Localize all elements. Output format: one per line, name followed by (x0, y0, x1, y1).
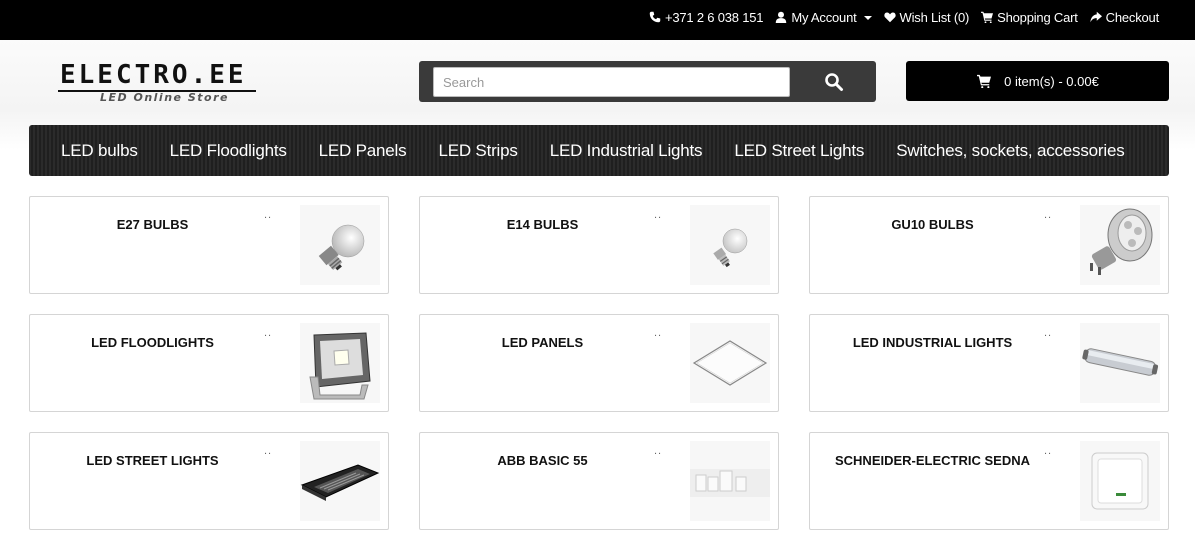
category-grid: E27 BULBS .. E14 BULBS .. GU10 BULBS .. (29, 196, 1169, 530)
category-card-e14-bulbs[interactable]: E14 BULBS .. (419, 196, 779, 294)
street-light-icon (300, 464, 380, 501)
main-nav: LED bulbs LED Floodlights LED Panels LED… (29, 125, 1169, 176)
share-arrow-icon (1090, 11, 1102, 23)
category-dots: .. (1044, 327, 1053, 339)
category-title: LED PANELS (501, 335, 584, 350)
category-title: E27 BULBS (116, 217, 189, 232)
category-dots: .. (264, 327, 273, 339)
nav-item-led-street-lights[interactable]: LED Street Lights (718, 141, 880, 161)
checkout-label: Checkout (1105, 9, 1160, 25)
my-account-link[interactable]: My Account (775, 9, 872, 25)
schneider-switch-icon (1091, 452, 1149, 510)
search-bar (419, 61, 876, 102)
category-card-led-industrial-lights[interactable]: LED INDUSTRIAL LIGHTS .. (809, 314, 1169, 412)
category-dots: .. (1044, 445, 1053, 457)
category-dots: .. (654, 209, 663, 221)
e27-bulb-icon (318, 224, 365, 271)
category-dots: .. (654, 445, 663, 457)
category-card-led-floodlights[interactable]: LED FLOODLIGHTS .. (29, 314, 389, 412)
category-card-schneider-electric-sedna[interactable]: SCHNEIDER-ELECTRIC SEDNA .. (809, 432, 1169, 530)
cart-summary-text: 0 item(s) - 0.00€ (1004, 73, 1099, 89)
phone-icon (649, 11, 661, 23)
category-title: GU10 BULBS (891, 217, 974, 232)
logo-subtitle: LED Online Store (100, 91, 229, 104)
search-icon (825, 72, 843, 91)
category-dots: .. (264, 209, 273, 221)
category-card-e27-bulbs[interactable]: E27 BULBS .. (29, 196, 389, 294)
category-dots: .. (1044, 209, 1053, 221)
nav-item-switches-sockets[interactable]: Switches, sockets, accessories (880, 141, 1140, 161)
logo-text: ELECTRO.EE (60, 60, 247, 90)
top-bar: +371 2 6 038 151 My Account Wish List (0… (0, 0, 1195, 40)
abb-switches-image[interactable] (690, 441, 770, 521)
gu10-bulb-icon (1090, 208, 1153, 275)
cart-icon (981, 11, 994, 23)
schneider-switch-image[interactable] (1080, 441, 1160, 521)
category-card-abb-basic-55[interactable]: ABB BASIC 55 .. (419, 432, 779, 530)
category-card-led-panels[interactable]: LED PANELS .. (419, 314, 779, 412)
category-title: SCHNEIDER-ELECTRIC SEDNA (834, 453, 1030, 468)
search-button[interactable] (799, 65, 869, 98)
category-title: LED INDUSTRIAL LIGHTS (852, 335, 1013, 350)
category-title: LED STREET LIGHTS (86, 453, 219, 468)
nav-item-led-strips[interactable]: LED Strips (422, 141, 533, 161)
caret-down-icon (863, 16, 872, 20)
e14-bulb-icon (713, 228, 748, 268)
search-input[interactable] (433, 67, 790, 97)
checkout-link[interactable]: Checkout (1090, 10, 1159, 25)
heart-icon (883, 12, 896, 23)
industrial-light-icon (1082, 348, 1159, 376)
category-title: ABB BASIC 55 (497, 453, 588, 468)
shopping-cart-link[interactable]: Shopping Cart (981, 10, 1078, 25)
industrial-light-image[interactable] (1080, 323, 1160, 403)
nav-item-led-floodlights[interactable]: LED Floodlights (154, 141, 303, 161)
led-panel-image[interactable] (690, 323, 770, 403)
my-account-label: My Account (791, 9, 857, 25)
e14-bulb-image[interactable] (690, 205, 770, 285)
gu10-bulb-image[interactable] (1080, 205, 1160, 285)
floodlight-image[interactable] (300, 323, 380, 403)
category-card-gu10-bulbs[interactable]: GU10 BULBS .. (809, 196, 1169, 294)
nav-item-led-panels[interactable]: LED Panels (303, 141, 423, 161)
e27-bulb-image[interactable] (300, 205, 380, 285)
top-links: +371 2 6 038 151 My Account Wish List (0… (649, 0, 1159, 34)
wish-list-link[interactable]: Wish List (0) (883, 9, 970, 25)
category-card-led-street-lights[interactable]: LED STREET LIGHTS .. (29, 432, 389, 530)
nav-item-led-bulbs[interactable]: LED bulbs (45, 141, 154, 161)
shopping-cart-label: Shopping Cart (997, 9, 1078, 25)
led-panel-icon (692, 340, 768, 386)
category-title: LED FLOODLIGHTS (91, 335, 214, 350)
user-icon (776, 11, 787, 23)
phone-number: +371 2 6 038 151 (664, 9, 764, 25)
cart-icon (977, 74, 992, 88)
cart-summary-button[interactable]: 0 item(s) - 0.00€ (906, 61, 1169, 101)
category-dots: .. (654, 327, 663, 339)
site-logo[interactable]: ELECTRO.EE LED Online Store (58, 62, 258, 106)
abb-switches-icon (690, 469, 770, 497)
street-light-image[interactable] (300, 441, 380, 521)
category-dots: .. (264, 445, 273, 457)
phone-link[interactable]: +371 2 6 038 151 (649, 9, 764, 25)
wish-list-label: Wish List (0) (899, 9, 970, 25)
floodlight-icon (309, 332, 371, 400)
nav-item-led-industrial-lights[interactable]: LED Industrial Lights (534, 141, 719, 161)
category-title: E14 BULBS (506, 217, 579, 232)
